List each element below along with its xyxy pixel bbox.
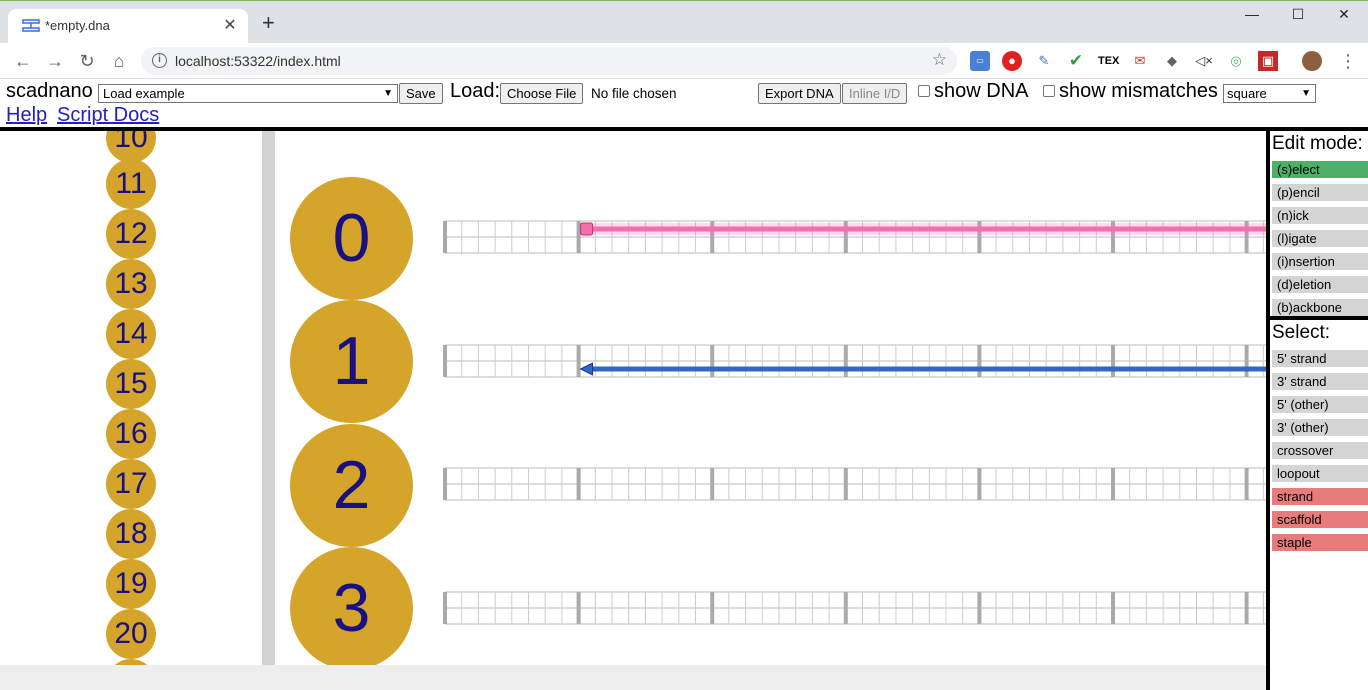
select-5-other[interactable]: 5' (other): [1272, 396, 1368, 413]
profile-avatar[interactable]: [1302, 51, 1322, 71]
select-scaffold[interactable]: scaffold: [1272, 511, 1368, 528]
mismatch-style-select[interactable]: square ▼: [1223, 84, 1316, 103]
scadnano-favicon-icon: [22, 19, 40, 32]
select-3-other[interactable]: 3' (other): [1272, 419, 1368, 436]
edit-mode-ligate[interactable]: (l)igate: [1272, 230, 1368, 247]
side-helix-19[interactable]: 19: [106, 559, 156, 609]
save-button[interactable]: Save: [399, 83, 443, 104]
extension-tex-icon[interactable]: TEX: [1098, 51, 1119, 71]
new-tab-button[interactable]: +: [262, 12, 275, 34]
edit-mode-nick[interactable]: (n)ick: [1272, 207, 1368, 224]
edit-mode-pencil[interactable]: (p)encil: [1272, 184, 1368, 201]
edit-mode-heading: Edit mode:: [1272, 133, 1363, 154]
extension-signature-icon[interactable]: ✎: [1034, 51, 1054, 71]
extension-shield-icon[interactable]: ●: [1002, 51, 1022, 71]
chevron-down-icon: ▼: [383, 88, 393, 99]
select-5-strand[interactable]: 5' strand: [1272, 350, 1368, 367]
panel-divider: [1270, 316, 1368, 320]
edit-mode-panel: Edit mode: (s)elect (p)encil (n)ick (l)igat…: [1270, 131, 1368, 690]
side-helix-12[interactable]: 12: [106, 209, 156, 259]
extension-circle-icon[interactable]: ◎: [1226, 51, 1246, 71]
side-helix-11[interactable]: 11: [106, 159, 156, 209]
show-mismatches-label: show mismatches: [1059, 80, 1218, 102]
tab-close-icon[interactable]: ✕: [220, 15, 240, 35]
app-title: scadnano: [6, 80, 93, 102]
extension-chat-icon[interactable]: ▭: [970, 51, 990, 71]
pane-split-handle[interactable]: [262, 131, 275, 665]
info-icon[interactable]: i: [152, 53, 167, 68]
side-helix-14[interactable]: 14: [106, 309, 156, 359]
select-crossover[interactable]: crossover: [1272, 442, 1368, 459]
side-helix-16[interactable]: 16: [106, 409, 156, 459]
address-bar[interactable]: i localhost:53322/index.html ☆: [141, 47, 957, 75]
edit-mode-deletion[interactable]: (d)eletion: [1272, 276, 1368, 293]
browser-tab[interactable]: *empty.dna ✕: [8, 9, 248, 44]
load-example-select[interactable]: Load example ▼: [98, 84, 398, 103]
side-helix-18[interactable]: 18: [106, 509, 156, 559]
side-helix-15[interactable]: 15: [106, 359, 156, 409]
select-heading: Select:: [1272, 322, 1331, 343]
side-view-pane[interactable]: 10 11 12 13 14 15 16 17 18 19 20: [0, 131, 262, 665]
show-mismatches-checkbox[interactable]: [1043, 85, 1055, 97]
chevron-down-icon: ▼: [1301, 88, 1311, 99]
helix-grid-2: [443, 467, 1266, 501]
maximize-button[interactable]: ☐: [1278, 6, 1318, 28]
no-file-text: No file chosen: [591, 86, 677, 101]
close-window-button[interactable]: ✕: [1324, 6, 1364, 28]
url-text[interactable]: localhost:53322/index.html: [175, 53, 341, 69]
inline-id-button[interactable]: Inline I/D: [842, 83, 908, 104]
back-arrow-icon[interactable]: ←: [12, 51, 34, 71]
helix-grid[interactable]: [275, 131, 1266, 665]
horizontal-scrollbar[interactable]: [0, 665, 1266, 690]
show-dna-label: show DNA: [934, 80, 1029, 102]
helix-grid-3: [443, 591, 1266, 625]
helix-grid-1: [443, 344, 1266, 378]
select-strand[interactable]: strand: [1272, 488, 1368, 505]
side-helix-17[interactable]: 17: [106, 459, 156, 509]
app-menu: scadnano Load example ▼ Save Load: Choos…: [0, 79, 1368, 127]
extension-check-icon[interactable]: ✔: [1066, 51, 1086, 71]
extension-mail-icon[interactable]: ✉: [1130, 51, 1150, 71]
edit-mode-select[interactable]: (s)elect: [1272, 161, 1368, 178]
browser-toolbar: ← → ↻ ⌂ i localhost:53322/index.html ☆ ▭…: [0, 43, 1368, 79]
side-helix-13[interactable]: 13: [106, 259, 156, 309]
reload-icon[interactable]: ↻: [76, 51, 98, 71]
extension-dropbox-icon[interactable]: ◆: [1162, 51, 1182, 71]
extension-red-icon[interactable]: ▣: [1258, 51, 1278, 71]
menu-kebab-icon[interactable]: ⋮: [1338, 51, 1358, 71]
select-staple[interactable]: staple: [1272, 534, 1368, 551]
side-helix-20[interactable]: 20: [106, 609, 156, 659]
bookmark-star-icon[interactable]: ☆: [932, 50, 947, 70]
script-docs-link[interactable]: Script Docs: [57, 104, 159, 127]
home-icon[interactable]: ⌂: [108, 51, 130, 71]
browser-title-bar: *empty.dna ✕ + — ☐ ✕: [0, 0, 1368, 44]
choose-file-button[interactable]: Choose File: [500, 83, 584, 104]
edit-mode-backbone[interactable]: (b)ackbone: [1272, 299, 1368, 316]
strand-5-prime-end: [580, 222, 594, 236]
export-dna-button[interactable]: Export DNA: [758, 83, 841, 104]
extension-mute-icon[interactable]: ◁×: [1194, 51, 1214, 71]
show-dna-checkbox[interactable]: [918, 85, 930, 97]
select-3-strand[interactable]: 3' strand: [1272, 373, 1368, 390]
strand-helix-0: [578, 222, 1266, 236]
edit-mode-insertion[interactable]: (i)nsertion: [1272, 253, 1368, 270]
select-loopout[interactable]: loopout: [1272, 465, 1368, 482]
load-label: Load:: [450, 80, 501, 102]
main-view-pane[interactable]: 0 1 2 3: [275, 131, 1266, 665]
help-link[interactable]: Help: [6, 104, 47, 127]
mismatch-select-value: square: [1227, 86, 1267, 101]
example-select-value: Load example: [103, 86, 185, 101]
minimize-button[interactable]: —: [1232, 6, 1272, 28]
forward-arrow-icon[interactable]: →: [44, 51, 66, 71]
tab-title: *empty.dna: [45, 18, 110, 33]
strand-3-prime-end: [579, 362, 594, 376]
